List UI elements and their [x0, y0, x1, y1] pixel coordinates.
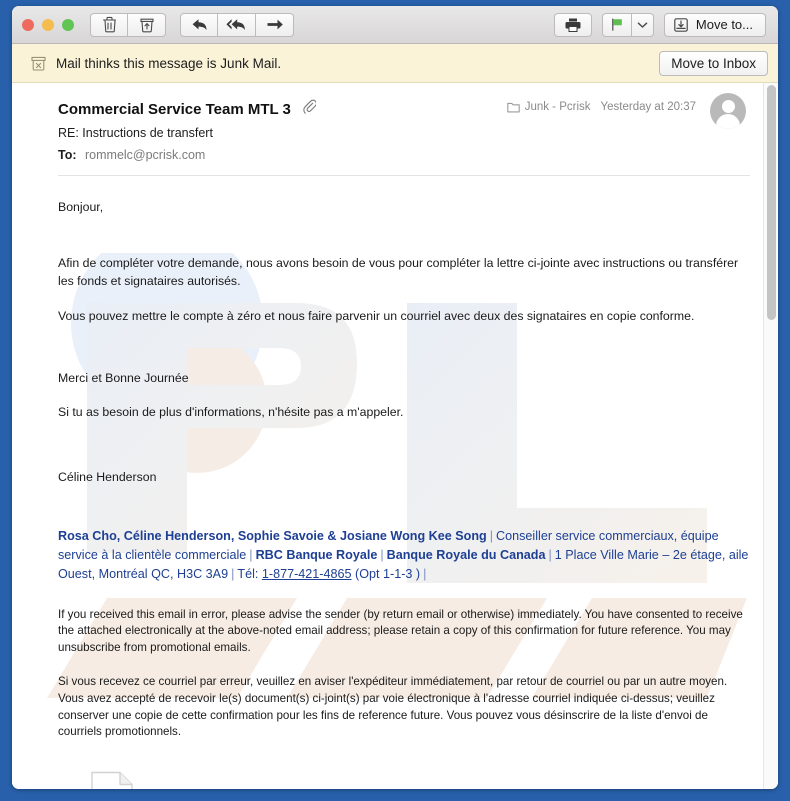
move-to-button[interactable]: Move to...	[663, 12, 766, 37]
sender-name: Commercial Service Team MTL 3	[58, 100, 291, 118]
junk-box-icon	[31, 56, 46, 71]
disclaimer-french: Si vous recevez ce courriel par erreur, …	[58, 674, 728, 739]
delete-button[interactable]	[90, 12, 128, 37]
folder-icon	[506, 102, 520, 112]
body-paragraph-3: Si tu as besoin de plus d'informations, …	[58, 405, 404, 420]
flag-button[interactable]	[601, 12, 632, 37]
document-file-icon	[66, 771, 158, 789]
attachment-item[interactable]: Instructions.xlsm	[66, 771, 158, 789]
paperclip-icon	[303, 99, 317, 119]
body-paragraph-2: Vous pouvez mettre le compte à zéro et n…	[58, 309, 695, 324]
signature-block: Rosa Cho, Céline Henderson, Sophie Savoi…	[58, 527, 750, 584]
avatar-head	[721, 100, 735, 113]
signature-separator-4: |	[548, 548, 552, 563]
reply-group	[180, 12, 294, 37]
flag-dropdown-button[interactable]	[631, 12, 654, 37]
move-to-tray-icon	[674, 17, 688, 32]
to-value[interactable]: rommelc@pcrisk.com	[85, 148, 205, 162]
body-closing: Merci et Bonne Journée	[58, 370, 189, 385]
body-greeting: Bonjour,	[58, 200, 104, 214]
forward-button[interactable]	[256, 12, 294, 37]
junk-mail-banner: Mail thinks this message is Junk Mail. M…	[12, 44, 778, 83]
reply-button[interactable]	[180, 12, 218, 37]
archive-button[interactable]	[128, 12, 166, 37]
minimize-window-button[interactable]	[42, 18, 54, 31]
junk-banner-text: Mail thinks this message is Junk Mail.	[56, 55, 282, 71]
folder-chip: Junk - Pcrisk	[506, 101, 591, 113]
delete-archive-group	[90, 12, 166, 37]
close-window-button[interactable]	[22, 18, 34, 31]
flag-icon	[611, 18, 622, 31]
attachment-area: Instructions.xlsm	[58, 771, 750, 789]
signature-phone-link[interactable]: 1-877-421-4865	[262, 567, 352, 581]
signature-names: Rosa Cho, Céline Henderson, Sophie Savoi…	[58, 529, 487, 544]
signature-phone-extension: (Opt 1-1-3 )	[355, 567, 421, 582]
forward-arrow-icon	[267, 19, 283, 30]
signature-separator-5: |	[231, 567, 235, 582]
message-content: Commercial Service Team MTL 3 RE: Instru…	[12, 83, 778, 789]
mail-message-window: Move to... Mail thinks this message is J…	[12, 6, 778, 789]
print-group	[553, 12, 592, 37]
scrollbar-thumb[interactable]	[767, 85, 776, 320]
recipient-row: To: rommelc@pcrisk.com	[58, 148, 750, 162]
folder-name: Junk - Pcrisk	[524, 101, 591, 113]
flag-group	[601, 12, 654, 37]
signature-separator-3: |	[380, 548, 384, 563]
move-to-group: Move to...	[663, 12, 778, 37]
reply-all-arrow-icon	[226, 19, 245, 30]
print-button[interactable]	[553, 12, 592, 37]
archive-box-icon	[139, 18, 154, 33]
trash-icon	[102, 16, 116, 33]
chevron-down-icon	[637, 22, 648, 28]
move-to-inbox-button[interactable]: Move to Inbox	[659, 50, 768, 76]
message-timestamp: Yesterday at 20:37	[600, 101, 696, 113]
signature-phone-label: Tél:	[237, 567, 259, 582]
message-header: Commercial Service Team MTL 3 RE: Instru…	[58, 83, 750, 176]
maximize-window-button[interactable]	[62, 18, 74, 31]
signature-separator-2: |	[249, 548, 253, 563]
window-toolbar: Move to...	[12, 6, 778, 44]
avatar-body	[716, 114, 740, 129]
signature-bank-short: RBC Banque Royale	[255, 548, 378, 563]
header-divider	[58, 175, 750, 176]
reply-arrow-icon	[192, 19, 206, 30]
signature-bank-long: Banque Royale du Canada	[386, 548, 546, 563]
reply-all-button[interactable]	[218, 12, 256, 37]
printer-icon	[565, 18, 581, 32]
message-scroll-area[interactable]: Commercial Service Team MTL 3 RE: Instru…	[12, 83, 778, 789]
move-to-label: Move to...	[695, 17, 753, 32]
window-controls	[22, 18, 74, 31]
signature-separator-1: |	[489, 529, 494, 544]
to-label: To:	[58, 148, 77, 162]
body-paragraph-1: Afin de compléter votre demande, nous av…	[58, 256, 739, 288]
person-avatar-icon	[710, 93, 746, 129]
body-signer: Céline Henderson	[58, 469, 157, 484]
signature-separator-6: |	[423, 567, 427, 582]
disclaimer-english: If you received this email in error, ple…	[58, 607, 743, 655]
vertical-scrollbar[interactable]	[763, 83, 778, 789]
message-metadata: Junk - Pcrisk Yesterday at 20:37	[506, 93, 746, 129]
